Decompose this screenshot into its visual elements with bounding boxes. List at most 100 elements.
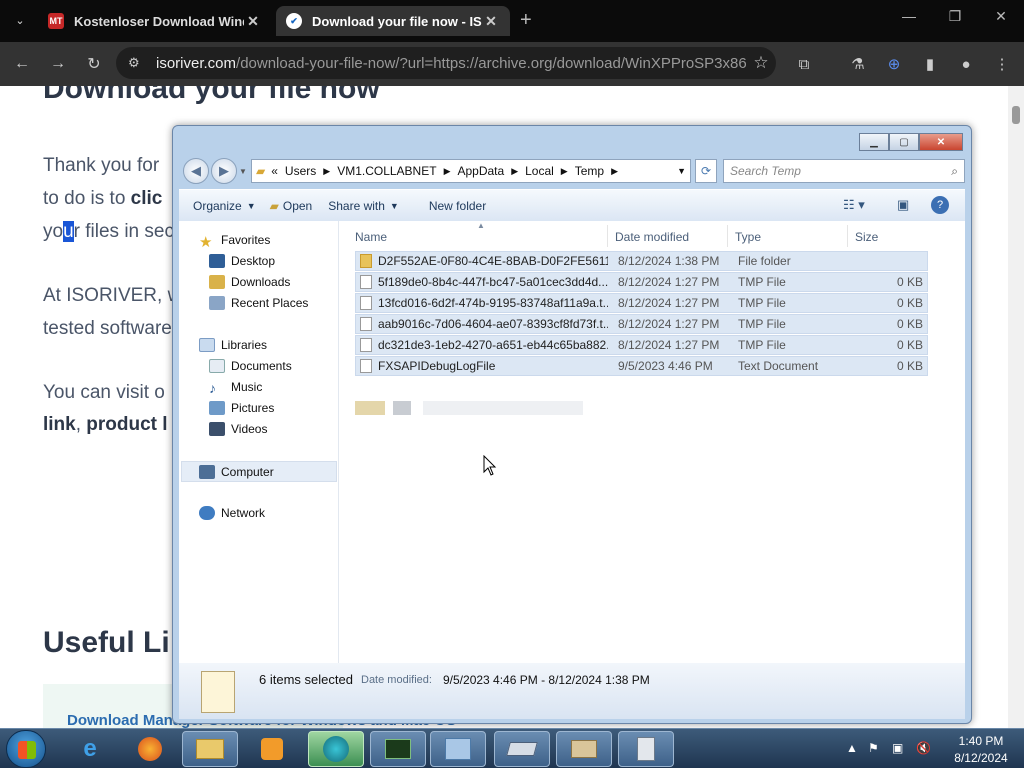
organize-button[interactable]: Organize ▼	[193, 199, 256, 213]
action-center-flag-icon[interactable]: ⚑	[868, 741, 879, 755]
selection-count: 6 items selected	[259, 672, 353, 687]
tab-kostenloser[interactable]: MT Kostenloser Download Window ✕	[38, 6, 272, 36]
tab-isoriver[interactable]: ✔ Download your file now - ISOR ✕	[276, 6, 510, 36]
breadcrumb-overflow[interactable]: «	[271, 164, 278, 178]
network-icon[interactable]	[430, 731, 486, 767]
column-name[interactable]: Name	[355, 230, 387, 244]
site-info-icon[interactable]: ⚙	[128, 55, 150, 71]
share-with-button[interactable]: Share with ▼	[328, 199, 399, 213]
minimize-icon[interactable]: ▁	[859, 133, 889, 151]
internet-explorer-icon[interactable]: e	[62, 731, 118, 767]
menu-icon[interactable]: ⋮	[990, 52, 1014, 76]
search-icon[interactable]: ⌕	[951, 164, 958, 179]
recent-places-icon	[209, 296, 225, 310]
reload-icon[interactable]: ↻	[82, 52, 106, 76]
text: ,	[75, 414, 87, 435]
new-folder-button[interactable]: New folder	[429, 199, 486, 213]
extensions-icon[interactable]: ⧉	[792, 52, 816, 76]
breadcrumb-appdata[interactable]: AppData	[457, 164, 504, 178]
search-input[interactable]: Search Temp ⌕	[723, 159, 965, 183]
nav-network[interactable]: Network	[199, 506, 265, 520]
column-size[interactable]: Size	[855, 230, 878, 244]
side-panel-icon[interactable]: ▮	[918, 52, 942, 76]
nav-recent-places[interactable]: Recent Places	[209, 296, 308, 310]
open-label: Open	[282, 198, 313, 213]
nav-videos[interactable]: Videos	[209, 422, 267, 436]
nav-desktop[interactable]: Desktop	[209, 254, 275, 268]
bookmark-star-icon[interactable]: ☆	[746, 53, 776, 73]
browser-active-icon[interactable]	[308, 731, 364, 767]
profile-icon[interactable]: ●	[954, 52, 978, 76]
column-divider[interactable]	[847, 225, 848, 247]
nav-computer[interactable]: Computer	[181, 461, 337, 482]
nav-pictures[interactable]: Pictures	[209, 401, 274, 415]
file-row[interactable]: dc321de3-1eb2-4270-a651-eb44c65ba882... …	[355, 335, 928, 355]
nav-favorites[interactable]: ★ Favorites	[199, 233, 270, 251]
labs-icon[interactable]: ⚗	[846, 52, 870, 76]
new-tab-icon[interactable]: +	[520, 9, 532, 32]
close-tab-icon[interactable]: ✕	[244, 13, 262, 30]
back-icon[interactable]: ◀	[183, 158, 209, 184]
preview-pane-icon[interactable]: ▣	[897, 197, 909, 213]
file-row[interactable]: FXSAPIDebugLogFile 9/5/2023 4:46 PM Text…	[355, 356, 928, 376]
clock[interactable]: 1:40 PM 8/12/2024	[946, 733, 1016, 767]
drive-icon[interactable]	[494, 731, 550, 767]
close-window-icon[interactable]: ✕	[986, 8, 1016, 25]
column-date[interactable]: Date modified	[615, 230, 689, 244]
package-icon[interactable]	[556, 731, 612, 767]
nav-downloads[interactable]: Downloads	[209, 275, 290, 289]
breadcrumb-users[interactable]: Users	[285, 164, 316, 178]
nav-label: Downloads	[231, 275, 291, 289]
chevron-right-icon[interactable]: ▶	[561, 166, 568, 177]
media-player-icon[interactable]	[244, 731, 300, 767]
open-button[interactable]: ▰ Open	[270, 199, 313, 213]
file-row[interactable]: 5f189de0-8b4c-447f-bc47-5a01cec3dd4d....…	[355, 272, 928, 292]
recent-pages-icon[interactable]: ▼	[239, 167, 247, 176]
breadcrumb-temp[interactable]: Temp	[575, 164, 604, 178]
restore-icon[interactable]: ❐	[940, 8, 970, 25]
address-bar[interactable]: ⚙ isoriver.com/download-your-file-now/?u…	[116, 47, 776, 79]
view-options-icon[interactable]: ☷ ▾	[843, 197, 865, 213]
close-icon[interactable]: ✕	[919, 133, 963, 151]
breadcrumb-vm1[interactable]: VM1.COLLABNET	[337, 164, 436, 178]
chevron-right-icon[interactable]: ▶	[323, 166, 330, 177]
close-tab-icon[interactable]: ✕	[482, 13, 500, 30]
chevron-right-icon[interactable]: ▶	[511, 166, 518, 177]
firefox-icon[interactable]	[122, 731, 178, 767]
breadcrumb[interactable]: ▰ « Users ▶ VM1.COLLABNET ▶ AppData ▶ Local…	[251, 159, 691, 183]
show-hidden-icons-icon[interactable]: ▲	[846, 741, 858, 755]
file-row[interactable]: 13fcd016-6d2f-474b-9195-83748af11a9a.t..…	[355, 293, 928, 313]
nav-music[interactable]: ♪ Music	[209, 380, 262, 396]
start-button[interactable]	[6, 730, 46, 768]
breadcrumb-local[interactable]: Local	[525, 164, 554, 178]
link-text[interactable]: link	[43, 414, 76, 435]
forward-icon[interactable]: ▶	[211, 158, 237, 184]
product-link[interactable]: product l	[86, 414, 167, 435]
file-row[interactable]: aab9016c-7d06-4604-ae07-8393cf8fd73f.t..…	[355, 314, 928, 334]
chevron-right-icon[interactable]: ▶	[444, 166, 451, 177]
download-icon[interactable]: ⊕	[882, 52, 906, 76]
file-row[interactable]: D2F552AE-0F80-4C4E-8BAB-D0F2FE5611... 8/…	[355, 251, 928, 271]
page-scrollbar[interactable]	[1008, 86, 1024, 728]
nav-documents[interactable]: Documents	[209, 359, 292, 373]
forward-icon[interactable]: →	[46, 52, 70, 76]
network-tray-icon[interactable]: ▣	[892, 741, 903, 755]
system-monitor-icon[interactable]	[370, 731, 426, 767]
help-icon[interactable]: ?	[931, 196, 949, 214]
column-divider[interactable]	[727, 225, 728, 247]
column-type[interactable]: Type	[735, 230, 761, 244]
pictures-icon	[209, 401, 225, 415]
chevron-down-icon[interactable]: ▼	[677, 166, 686, 176]
calculator-icon[interactable]	[618, 731, 674, 767]
chevron-right-icon[interactable]: ▶	[611, 166, 618, 177]
column-divider[interactable]	[607, 225, 608, 247]
maximize-icon[interactable]: ▢	[889, 133, 919, 151]
tab-search-button[interactable]: ⌄	[8, 8, 32, 32]
refresh-icon[interactable]: ⟳	[695, 159, 717, 183]
minimize-icon[interactable]: —	[894, 8, 924, 24]
back-icon[interactable]: ←	[10, 52, 34, 76]
volume-muted-icon[interactable]: 🔇	[916, 741, 931, 755]
scroll-thumb[interactable]	[1012, 106, 1020, 124]
file-explorer-icon[interactable]	[182, 731, 238, 767]
nav-libraries[interactable]: Libraries	[199, 338, 267, 352]
